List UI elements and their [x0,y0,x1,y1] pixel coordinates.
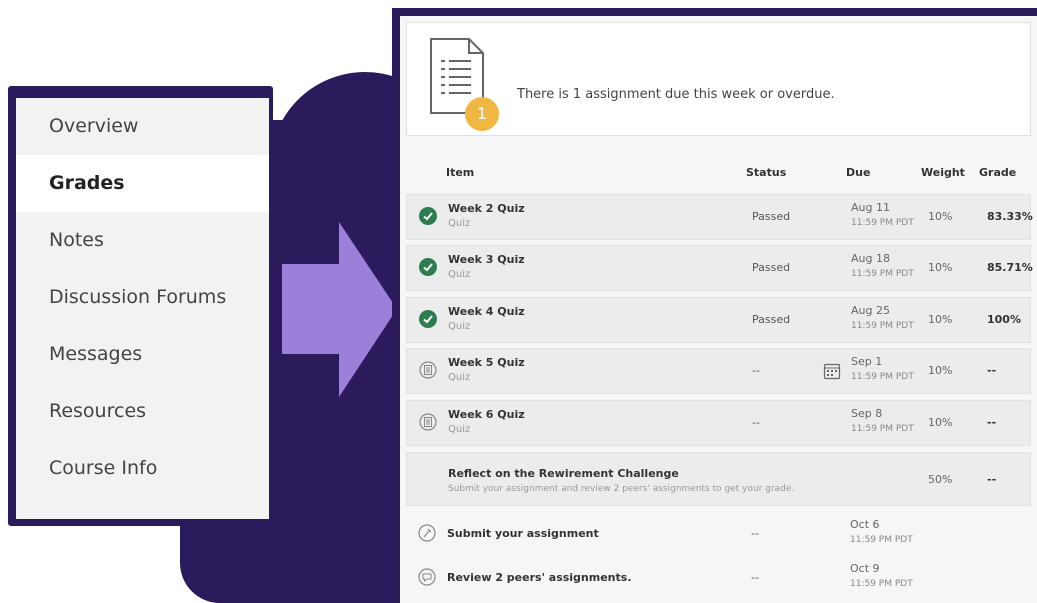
table-row[interactable]: Submit your assignment -- Oct 6 11:59 PM… [406,512,1029,556]
due-banner: 1 There is 1 assignment due this week or… [406,22,1031,136]
col-header-status: Status [746,166,787,179]
col-header-grade: Grade [979,166,1017,179]
due-count-badge: 1 [465,97,499,131]
item-title[interactable]: Week 2 Quiz [448,202,525,215]
check-circle-icon [419,258,437,276]
item-title[interactable]: Reflect on the Rewirement Challenge [448,467,679,480]
nav-item-grades[interactable]: Grades [16,155,269,212]
due-date: Oct 6 [850,518,880,531]
course-nav-sidebar: Overview Grades Notes Discussion Forums … [8,86,273,526]
item-status: -- [751,527,759,540]
table-row[interactable]: Review 2 peers' assignments. -- Oct 9 11… [406,556,1029,600]
item-type: Quiz [448,424,471,435]
item-title[interactable]: Review 2 peers' assignments. [447,571,632,584]
calendar-icon [823,363,841,380]
item-title[interactable]: Week 5 Quiz [448,356,525,369]
due-date: Aug 11 [851,201,890,214]
nav-item-resources[interactable]: Resources [16,383,269,440]
due-date: Sep 8 [851,407,883,420]
due-time: 11:59 PM PDT [851,424,914,434]
item-weight: 10% [928,364,953,377]
table-row[interactable]: Week 3 Quiz Quiz Passed Aug 18 11:59 PM … [406,245,1033,291]
item-grade: 100% [987,313,1021,326]
item-grade: -- [987,416,997,429]
item-title[interactable]: Week 3 Quiz [448,253,525,266]
due-date: Aug 18 [851,252,890,265]
due-time: 11:59 PM PDT [851,372,914,382]
item-weight: 10% [928,261,953,274]
item-grade: -- [987,364,997,377]
check-circle-icon [419,207,437,225]
item-status: -- [752,416,760,429]
due-time: 11:59 PM PDT [851,218,914,228]
item-status: Passed [752,261,791,274]
due-date: Sep 1 [851,355,883,368]
item-grade: 83.33% [987,210,1033,223]
due-date: Oct 9 [850,562,880,575]
item-type: Quiz [448,218,471,229]
item-status: -- [751,571,759,584]
item-title[interactable]: Week 6 Quiz [448,408,525,421]
item-description: Submit your assignment and review 2 peer… [448,484,795,494]
item-weight: 10% [928,210,953,223]
peer-review-icon [418,568,436,586]
item-type: Quiz [448,321,471,332]
table-row[interactable]: Week 5 Quiz Quiz -- Sep 1 11:59 PM PDT 1… [406,348,1031,394]
item-title[interactable]: Week 4 Quiz [448,305,525,318]
item-status: -- [752,364,760,377]
col-header-due: Due [846,166,871,179]
due-date: Aug 25 [851,304,890,317]
table-row[interactable]: Week 2 Quiz Quiz Passed Aug 11 11:59 PM … [406,194,1033,240]
due-message: There is 1 assignment due this week or o… [517,87,835,102]
quiz-icon [419,413,437,431]
item-title[interactable]: Submit your assignment [447,527,599,540]
nav-item-discussion-forums[interactable]: Discussion Forums [16,269,269,326]
col-header-item: Item [446,166,475,179]
item-grade: 85.71% [987,261,1033,274]
item-weight: 50% [928,473,953,486]
table-row[interactable]: Week 6 Quiz Quiz -- Sep 8 11:59 PM PDT 1… [406,400,1031,446]
arrow-right-icon [282,222,397,397]
grades-panel: 1 There is 1 assignment due this week or… [392,8,1037,603]
nav-item-course-info[interactable]: Course Info [16,440,269,497]
due-time: 11:59 PM PDT [850,579,913,589]
item-grade: -- [987,473,997,486]
grades-content: 1 There is 1 assignment due this week or… [400,16,1037,603]
submit-assignment-icon [418,524,436,542]
item-type: Quiz [448,372,471,383]
item-weight: 10% [928,416,953,429]
check-circle-icon [419,310,437,328]
item-status: Passed [752,313,791,326]
quiz-icon [419,361,437,379]
table-row[interactable]: Reflect on the Rewirement Challenge Subm… [406,452,1031,506]
item-weight: 10% [928,313,953,326]
due-time: 11:59 PM PDT [850,535,913,545]
due-time: 11:59 PM PDT [851,269,914,279]
nav-item-overview[interactable]: Overview [16,98,269,155]
nav-item-notes[interactable]: Notes [16,212,269,269]
course-nav-list: Overview Grades Notes Discussion Forums … [16,98,269,519]
due-time: 11:59 PM PDT [851,321,914,331]
item-type: Quiz [448,269,471,280]
table-row[interactable]: Week 4 Quiz Quiz Passed Aug 25 11:59 PM … [406,297,1031,343]
nav-item-messages[interactable]: Messages [16,326,269,383]
item-status: Passed [752,210,791,223]
col-header-weight: Weight [921,166,965,179]
